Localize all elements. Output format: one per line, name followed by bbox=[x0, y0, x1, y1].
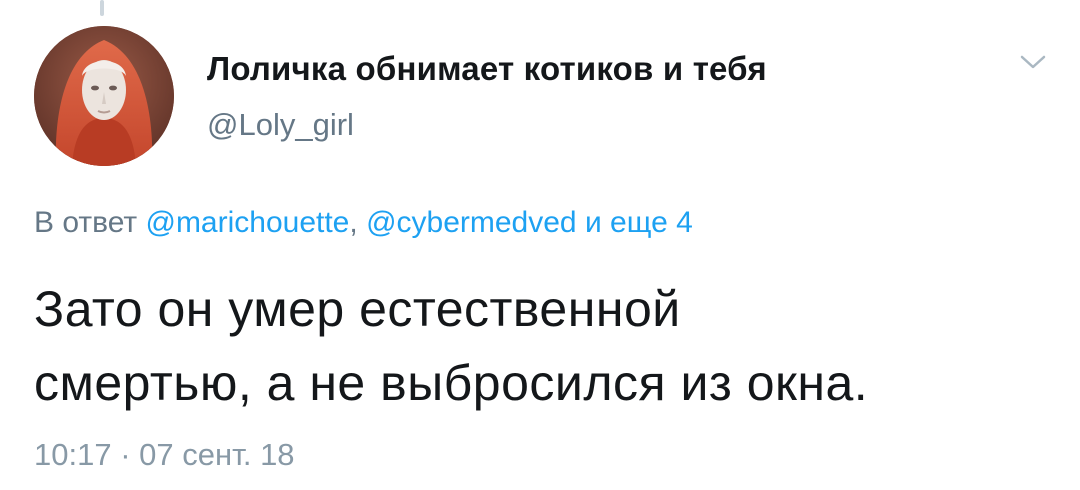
mention-link-cybermedved[interactable]: @cybermedved bbox=[366, 206, 577, 239]
tweet-text-line: смертью, а не выбросился из окна. bbox=[34, 355, 869, 411]
tweet-text-line: Зато он умер естественной bbox=[34, 281, 681, 337]
author-display-name[interactable]: Лоличка обнимает котиков и тебя bbox=[207, 50, 767, 88]
reply-separator: , bbox=[349, 206, 358, 239]
tweet-menu-button[interactable] bbox=[1018, 50, 1048, 74]
chevron-down-icon bbox=[1020, 55, 1046, 69]
thread-connector-line bbox=[100, 0, 104, 16]
author-handle[interactable]: @Loly_girl bbox=[207, 107, 354, 143]
avatar-portrait-icon bbox=[34, 26, 174, 166]
more-mentions-link[interactable]: и еще 4 bbox=[585, 206, 693, 239]
avatar[interactable] bbox=[34, 26, 174, 166]
tweet-timestamp[interactable]: 10:17 · 07 сент. 18 bbox=[34, 437, 295, 473]
reply-context: В ответ @marichouette, @cybermedved и ещ… bbox=[34, 206, 693, 240]
mention-link-marichouette[interactable]: @marichouette bbox=[145, 206, 349, 239]
reply-prefix: В ответ bbox=[34, 206, 138, 239]
tweet-text: Зато он умер естественной смертью, а не … bbox=[34, 272, 1054, 420]
